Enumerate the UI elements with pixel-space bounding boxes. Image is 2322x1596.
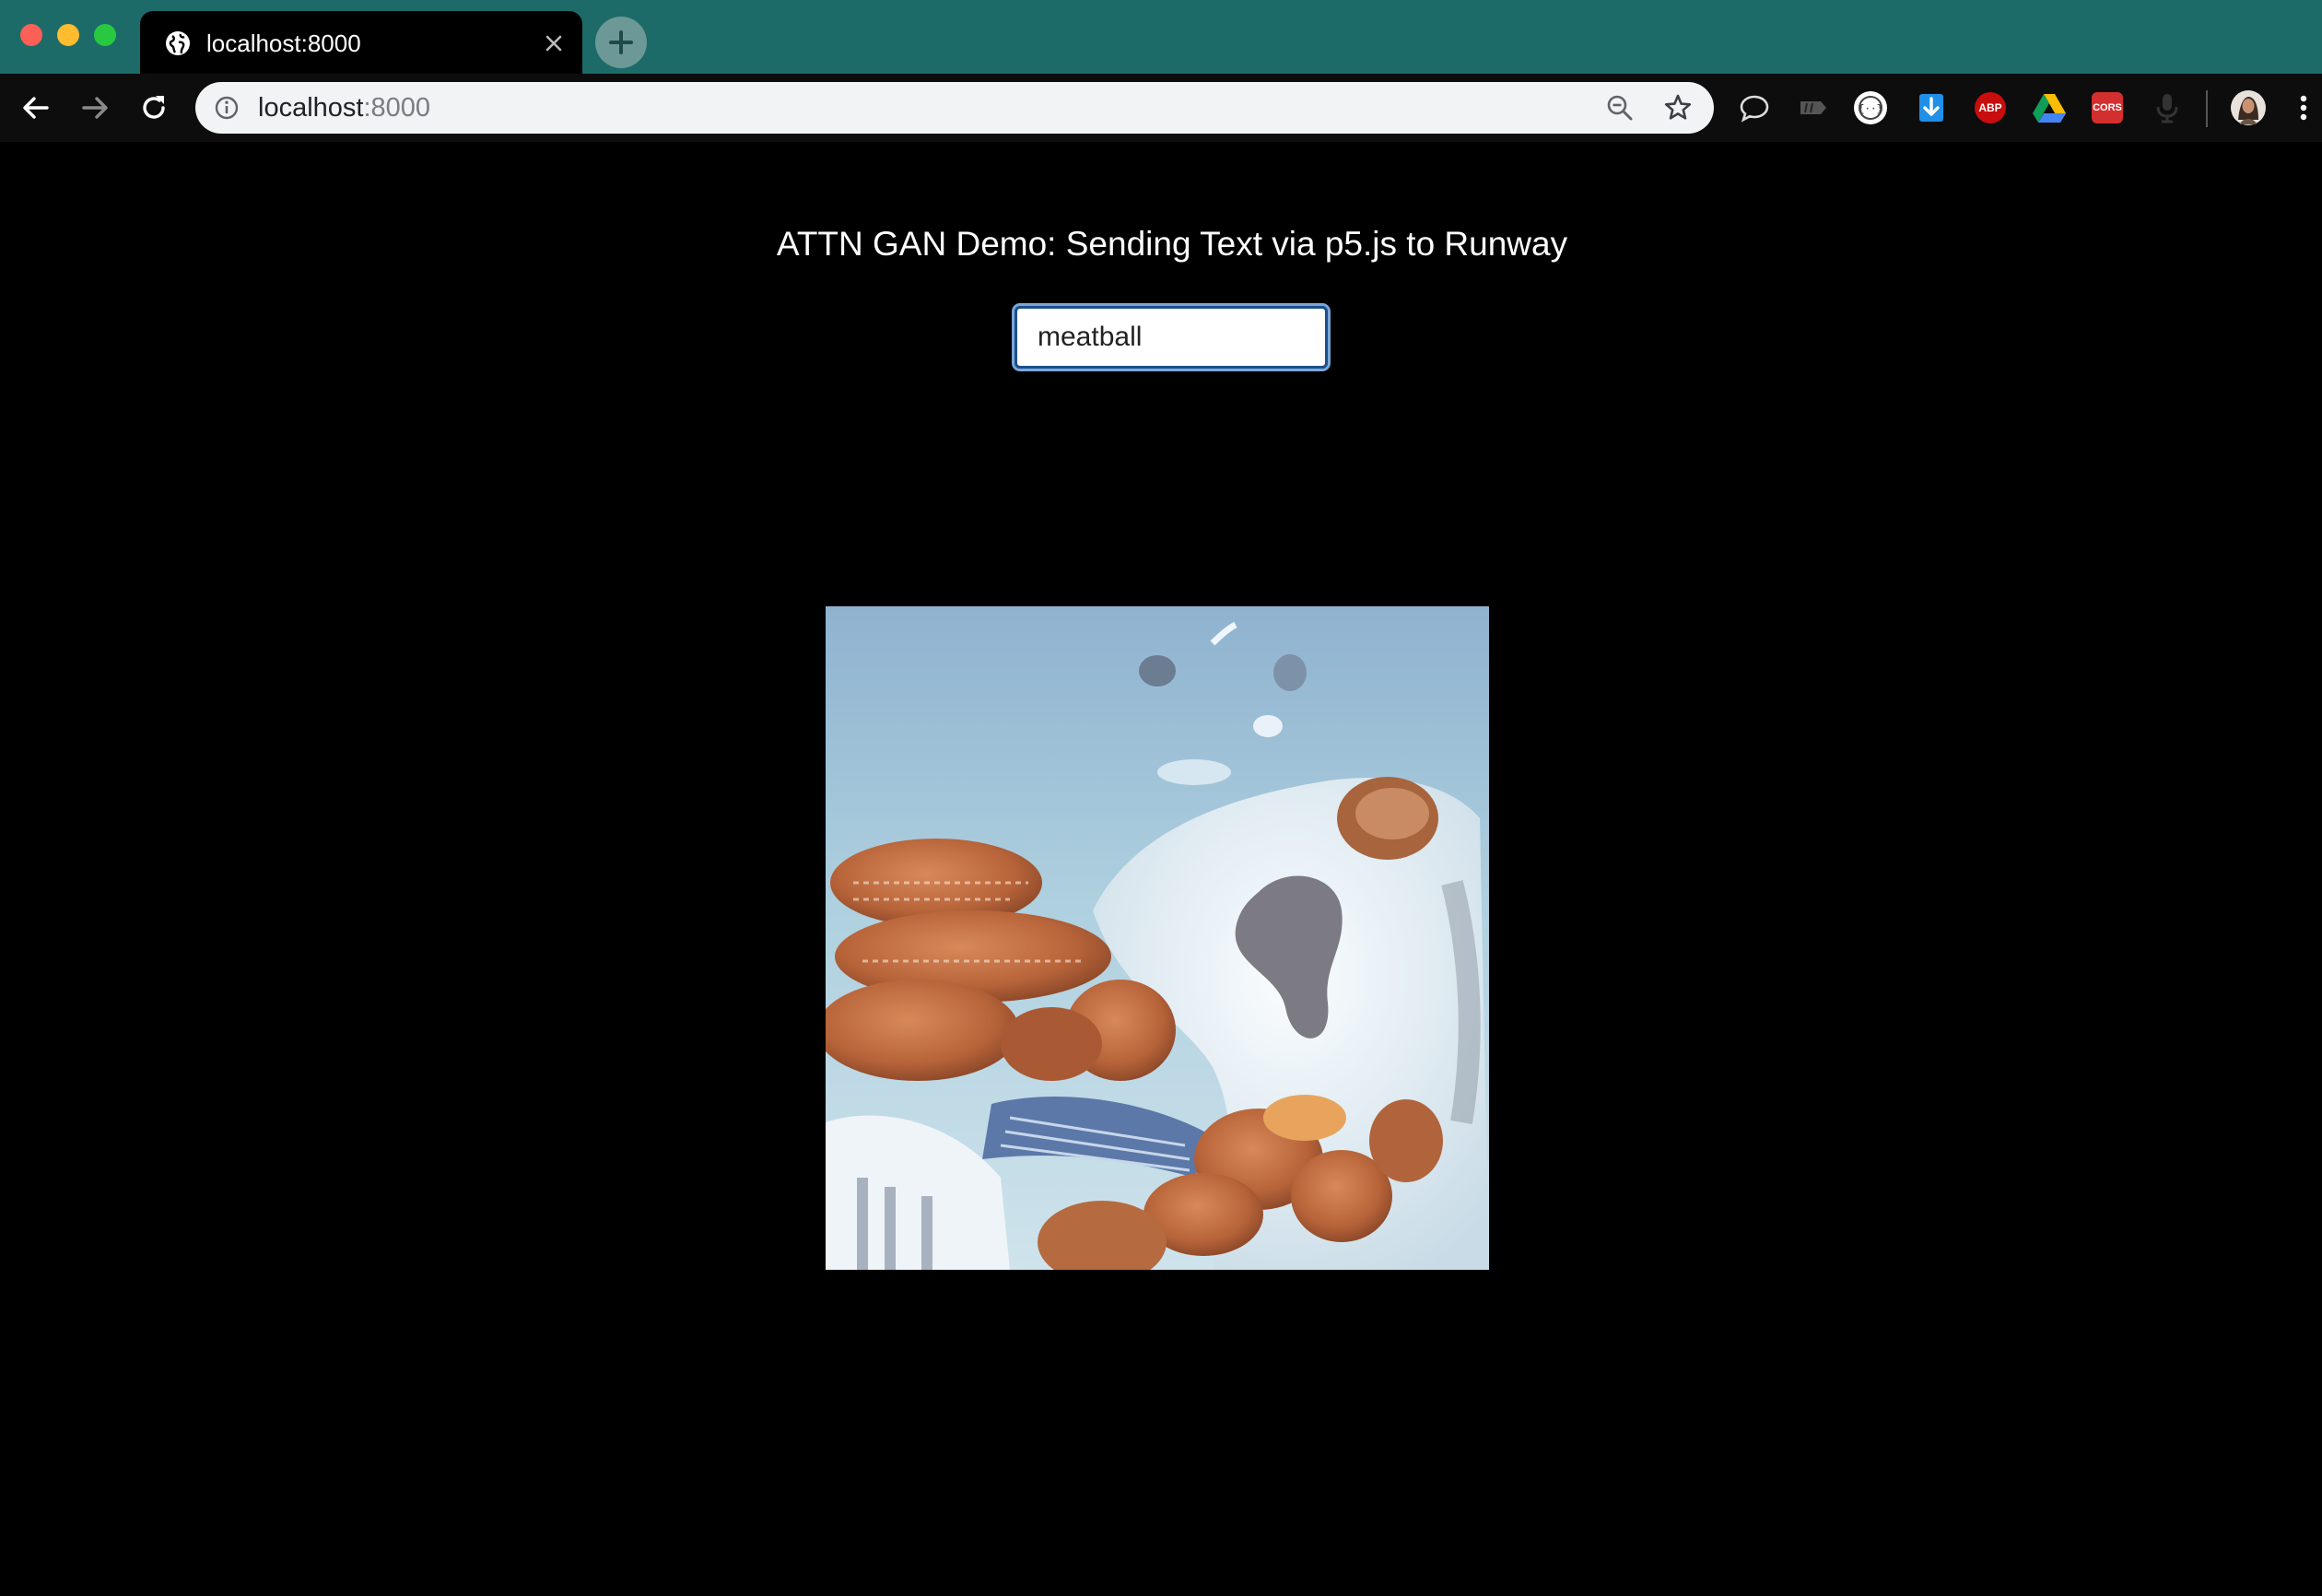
- back-button[interactable]: [18, 90, 53, 125]
- star-icon[interactable]: [1662, 92, 1694, 123]
- json-viewer-glyph: {··}: [1859, 96, 1882, 120]
- kebab-menu-icon[interactable]: [2293, 89, 2315, 126]
- chat-bubble-icon[interactable]: [1736, 89, 1773, 126]
- avatar-icon[interactable]: [2230, 89, 2267, 126]
- tag-extension-icon[interactable]: [1795, 89, 1832, 126]
- zoom-out-icon[interactable]: [1605, 93, 1635, 123]
- page-title: ATTN GAN Demo: Sending Text via p5.js to…: [776, 225, 1568, 263]
- close-window-button[interactable]: [20, 24, 42, 46]
- adblock-label: ABP: [1978, 101, 2002, 114]
- cors-label: CORS: [2093, 102, 2122, 113]
- cors-extension-icon[interactable]: CORS: [2092, 92, 2123, 123]
- adblock-plus-icon[interactable]: ABP: [1975, 92, 2006, 123]
- close-tab-icon[interactable]: [540, 29, 568, 57]
- download-icon[interactable]: [1913, 89, 1950, 126]
- address-bar[interactable]: localhost:8000: [195, 82, 1714, 134]
- microphone-icon[interactable]: [2149, 89, 2186, 126]
- prompt-text-input[interactable]: [1012, 303, 1331, 371]
- new-tab-button[interactable]: [595, 17, 647, 68]
- json-viewer-icon[interactable]: {··}: [1854, 91, 1887, 124]
- globe-icon: [166, 31, 190, 55]
- maximize-window-button[interactable]: [94, 24, 116, 46]
- url-host: localhost: [258, 93, 364, 123]
- gan-generated-image: [826, 606, 1489, 1270]
- toolbar-divider: [2206, 90, 2208, 127]
- tab-strip: localhost:8000: [0, 0, 2322, 74]
- tab-title: localhost:8000: [206, 29, 361, 57]
- plus-icon: [609, 30, 633, 54]
- minimize-window-button[interactable]: [57, 24, 79, 46]
- browser-toolbar: localhost:8000 {··} ABP CORS: [0, 74, 2322, 142]
- reload-button[interactable]: [136, 90, 171, 125]
- forward-button[interactable]: [77, 90, 112, 125]
- url-port: :8000: [363, 93, 431, 123]
- browser-tab[interactable]: localhost:8000: [140, 11, 582, 74]
- svg-text:{··}: {··}: [1859, 104, 1882, 115]
- url-text[interactable]: localhost:8000: [258, 91, 430, 124]
- info-icon[interactable]: [214, 95, 240, 121]
- google-drive-icon[interactable]: [2031, 89, 2068, 126]
